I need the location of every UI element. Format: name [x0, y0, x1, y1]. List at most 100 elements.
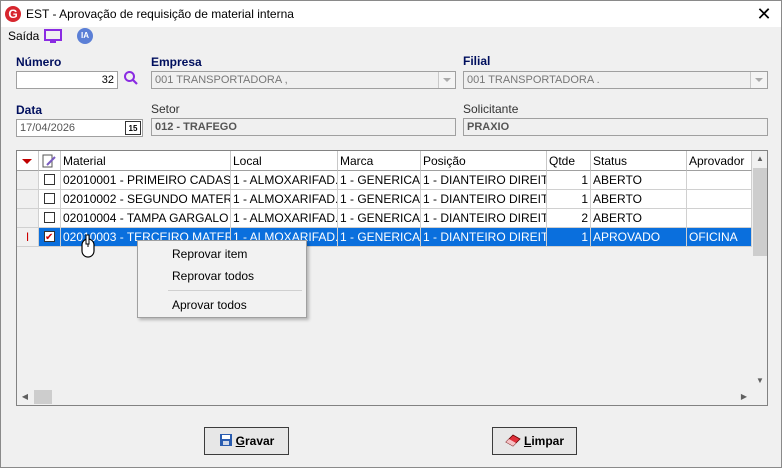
search-icon[interactable]	[123, 70, 139, 86]
cell-qtde[interactable]: 1	[547, 228, 591, 247]
cell-marca[interactable]: 1 - GENERICA	[338, 209, 421, 228]
grid-header-marca[interactable]: Marca	[338, 151, 421, 171]
data-label: Data	[16, 103, 43, 117]
vertical-scroll-thumb[interactable]	[753, 168, 767, 256]
cell-marca[interactable]: 1 - GENERICA	[338, 190, 421, 209]
save-icon	[219, 434, 232, 446]
grid-header-check[interactable]	[39, 151, 61, 171]
cell-status[interactable]: ABERTO	[591, 190, 687, 209]
chevron-down-icon[interactable]	[750, 72, 767, 88]
row-indicator	[17, 171, 39, 190]
row-indicator	[17, 190, 39, 209]
table-row[interactable]: I02010003 - TERCEIRO MATERI...1 - ALMOXA…	[17, 228, 752, 247]
table-row[interactable]: 02010001 - PRIMEIRO CADAST... 1 - ALMOXAR…	[17, 171, 752, 190]
gravar-button[interactable]: Gravar	[204, 427, 289, 455]
table-row[interactable]: 02010004 - TAMPA GARGALO ... 1 - ALMOXARI…	[17, 209, 752, 228]
numero-input[interactable]: 32	[16, 71, 118, 89]
cell-posicao[interactable]: 1 - DIANTEIRO DIREITO	[421, 228, 547, 247]
setor-label: Setor	[151, 102, 180, 116]
row-indicator	[17, 209, 39, 228]
context-menu: Reprovar item Reprovar todos Aprovar tod…	[137, 240, 307, 318]
cell-posicao[interactable]: 1 - DIANTEIRO DIREITO	[421, 209, 547, 228]
cell-posicao[interactable]: 1 - DIANTEIRO DIREITO	[421, 171, 547, 190]
empresa-value: 001 TRANSPORTADORA ,	[155, 74, 288, 86]
row-checkbox-cell[interactable]	[39, 190, 61, 209]
solicitante-field: PRAXIO	[463, 118, 768, 136]
grid-header-posicao[interactable]: Posição	[421, 151, 547, 171]
grid-header-status[interactable]: Status	[591, 151, 687, 171]
filial-label: Filial	[463, 54, 491, 68]
scroll-left-icon[interactable]: ◀	[17, 389, 33, 405]
filial-value: 001 TRANSPORTADORA .	[467, 74, 600, 86]
context-item-reprovar-item[interactable]: Reprovar item	[172, 247, 247, 261]
cell-material[interactable]: 02010001 - PRIMEIRO CADAST...	[61, 171, 231, 190]
row-checkbox[interactable]	[44, 174, 55, 185]
gravar-label-mnemonic: G	[235, 434, 245, 448]
grid-header-local[interactable]: Local	[231, 151, 338, 171]
row-indicator: I	[17, 228, 39, 247]
window-title: EST - Aprovação de requisição de materia…	[26, 7, 294, 21]
cell-local[interactable]: 1 - ALMOXARIFAD...	[231, 171, 338, 190]
cell-local[interactable]: 1 - ALMOXARIFAD...	[231, 190, 338, 209]
table-row[interactable]: 02010002 - SEGUNDO MATERI... 1 - ALMOXARI…	[17, 190, 752, 209]
scroll-right-icon[interactable]: ▶	[736, 389, 752, 405]
row-checkbox[interactable]	[44, 212, 55, 223]
solicitante-label: Solicitante	[463, 102, 519, 116]
cell-aprovador[interactable]	[687, 171, 752, 190]
main-window: G EST - Aprovação de requisição de mater…	[0, 0, 782, 468]
cell-local[interactable]: 1 - ALMOXARIFAD...	[231, 209, 338, 228]
monitor-icon[interactable]	[43, 28, 63, 44]
ia-assistant-icon[interactable]: IA	[77, 28, 93, 44]
row-checkbox[interactable]	[44, 193, 55, 204]
cell-aprovador[interactable]	[687, 190, 752, 209]
vertical-scrollbar[interactable]: ▲ ▼	[752, 151, 767, 389]
chevron-down-icon[interactable]	[438, 72, 455, 88]
cell-material[interactable]: 02010004 - TAMPA GARGALO ...	[61, 209, 231, 228]
cell-posicao[interactable]: 1 - DIANTEIRO DIREITO	[421, 190, 547, 209]
grid-header-aprovador[interactable]: Aprovador	[687, 151, 752, 171]
grid-header-qtde[interactable]: Qtde	[547, 151, 591, 171]
title-bar: G EST - Aprovação de requisição de mater…	[1, 1, 781, 27]
context-menu-separator	[168, 290, 302, 291]
setor-field: 012 - TRAFEGO	[151, 118, 456, 136]
horizontal-scrollbar[interactable]: ◀ ▶	[17, 389, 752, 405]
row-checkbox-cell[interactable]	[39, 171, 61, 190]
cell-status[interactable]: ABERTO	[591, 209, 687, 228]
cell-marca[interactable]: 1 - GENERICA	[338, 228, 421, 247]
cell-qtde[interactable]: 2	[547, 209, 591, 228]
cell-aprovador[interactable]: OFICINA	[687, 228, 752, 247]
menu-saida[interactable]: Saída	[8, 29, 39, 43]
row-checkbox-cell[interactable]	[39, 209, 61, 228]
scroll-down-icon[interactable]: ▼	[752, 373, 767, 389]
eraser-icon	[505, 434, 521, 447]
cell-qtde[interactable]: 1	[547, 190, 591, 209]
numero-label: Número	[16, 55, 62, 69]
calendar-icon[interactable]: 15	[125, 121, 141, 135]
limpar-label: impar	[531, 434, 565, 448]
horizontal-scroll-thumb[interactable]	[34, 390, 52, 404]
cell-material[interactable]: 02010002 - SEGUNDO MATERI...	[61, 190, 231, 209]
grid-header-material[interactable]: Material	[61, 151, 231, 171]
context-item-aprovar-todos[interactable]: Aprovar todos	[172, 298, 247, 312]
limpar-button[interactable]: Limpar	[492, 427, 577, 455]
filial-select[interactable]: 001 TRANSPORTADORA .	[463, 71, 768, 89]
cell-status[interactable]: ABERTO	[591, 171, 687, 190]
scroll-up-icon[interactable]: ▲	[752, 151, 767, 167]
empresa-label: Empresa	[151, 55, 202, 69]
materials-grid[interactable]: Material Local Marca Posição Qtde Status…	[16, 150, 768, 406]
row-checkbox-cell[interactable]	[39, 228, 61, 247]
context-item-reprovar-todos[interactable]: Reprovar todos	[172, 269, 254, 283]
cell-aprovador[interactable]	[687, 209, 752, 228]
cell-qtde[interactable]: 1	[547, 171, 591, 190]
data-input[interactable]: 17/04/2026	[16, 119, 143, 137]
row-checkbox[interactable]	[44, 229, 55, 246]
sort-down-icon	[22, 159, 32, 164]
close-button[interactable]: ✕	[747, 1, 781, 27]
empresa-select[interactable]: 001 TRANSPORTADORA ,	[151, 71, 456, 89]
mouse-cursor-icon	[81, 234, 95, 258]
cell-marca[interactable]: 1 - GENERICA	[338, 171, 421, 190]
grid-header-indicator[interactable]	[17, 151, 39, 171]
gravar-label: ravar	[244, 434, 275, 448]
cell-status[interactable]: APROVADO	[591, 228, 687, 247]
edit-document-icon	[42, 154, 56, 168]
